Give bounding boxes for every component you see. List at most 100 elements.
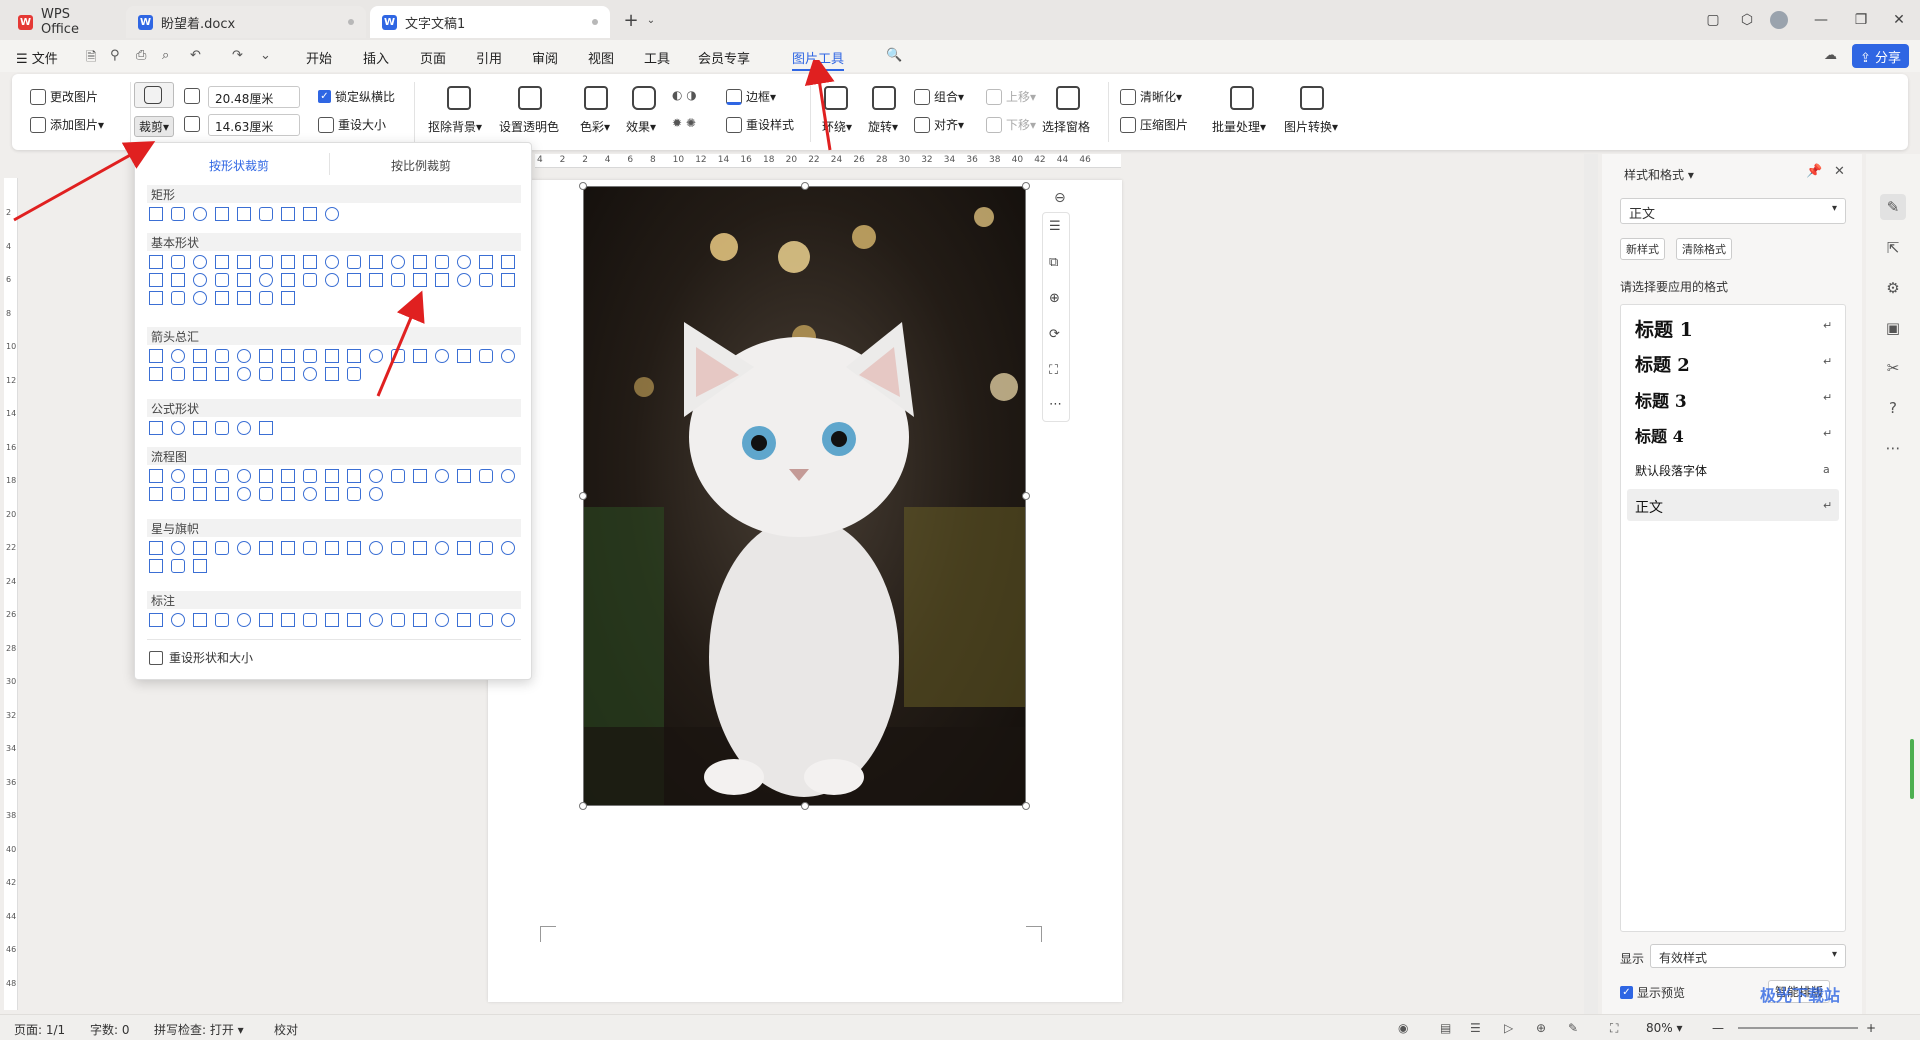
new-tab-plus-icon[interactable]: + <box>620 10 642 31</box>
resize-handle[interactable] <box>579 492 587 500</box>
tab-wps-office[interactable]: W WPS Office <box>6 6 122 38</box>
new-style-button[interactable]: 新样式 <box>1620 238 1665 260</box>
page-count[interactable]: 页面: 1/1 <box>14 1021 65 1038</box>
crop-shape-option[interactable] <box>369 487 383 501</box>
crop-shape-option[interactable] <box>215 613 229 627</box>
crop-shape-option[interactable] <box>501 541 515 555</box>
resize-handle[interactable] <box>1022 802 1030 810</box>
web-view-icon[interactable]: ⊕ <box>1536 1021 1546 1035</box>
crop-shape-option[interactable] <box>281 487 295 501</box>
crop-shape-option[interactable] <box>149 541 163 555</box>
cloud-icon[interactable]: ☁ <box>1824 48 1837 63</box>
close-icon[interactable]: ✕ <box>1834 164 1845 179</box>
crop-shape-option[interactable] <box>193 559 207 573</box>
help-icon[interactable]: ? <box>1883 398 1903 418</box>
crop-shape-option[interactable] <box>215 541 229 555</box>
crop-shape-option[interactable] <box>259 613 273 627</box>
crop-shape-option[interactable] <box>325 613 339 627</box>
crop-shape-option[interactable] <box>193 541 207 555</box>
crop-shape-option[interactable] <box>413 541 427 555</box>
word-count[interactable]: 字数: 0 <box>90 1021 130 1038</box>
show-preview-checkbox[interactable]: ✓ 显示预览 <box>1620 984 1685 1001</box>
crop-shape-option[interactable] <box>281 541 295 555</box>
more-icon[interactable]: ⋯ <box>1049 397 1062 412</box>
batch-button[interactable]: 批量处理 ▾ <box>1212 118 1266 135</box>
crop-shape-option[interactable] <box>171 487 185 501</box>
image-edit-icon[interactable]: ▣ <box>1883 318 1903 338</box>
convert-button[interactable]: 图片转换 ▾ <box>1284 118 1338 135</box>
crop-shape-option[interactable] <box>171 613 185 627</box>
zoom-level[interactable]: 80% ▾ <box>1646 1021 1683 1035</box>
sharpen-button[interactable]: 清晰化 ▾ <box>1120 88 1182 105</box>
reset-shape-size-button[interactable]: 重设形状和大小 <box>149 649 253 666</box>
extract-text-icon[interactable]: ⛶ <box>1049 363 1058 378</box>
crop-shape-option[interactable] <box>325 541 339 555</box>
crop-shape-option[interactable] <box>259 487 273 501</box>
tab-close-icon[interactable] <box>348 19 354 25</box>
crop-shape-option[interactable] <box>325 487 339 501</box>
crop-shape-option[interactable] <box>457 541 471 555</box>
crop-shape-option[interactable] <box>215 487 229 501</box>
crop-shape-option[interactable] <box>237 541 251 555</box>
crop-shape-option[interactable] <box>479 541 493 555</box>
style-item-heading-2[interactable]: 标题 2 <box>1635 351 1833 377</box>
tools-icon[interactable]: ✂ <box>1883 358 1903 378</box>
style-item-heading-3[interactable]: 标题 3 <box>1635 387 1833 412</box>
selection-pane-icon[interactable] <box>1056 86 1080 110</box>
page-view-icon[interactable]: ▤ <box>1440 1021 1451 1035</box>
minimize-icon[interactable]: — <box>1810 10 1832 30</box>
share-button[interactable]: ⇪ 分享 <box>1852 44 1910 68</box>
style-item-body[interactable]: 正文 <box>1635 497 1833 517</box>
crop-shape-option[interactable] <box>303 613 317 627</box>
crop-shape-option[interactable] <box>369 613 383 627</box>
zoom-out-icon[interactable]: — <box>1712 1021 1724 1035</box>
crop-shape-option[interactable] <box>237 487 251 501</box>
crop-shape-option[interactable] <box>479 613 493 627</box>
outline-view-icon[interactable]: ☰ <box>1470 1021 1481 1035</box>
crop-shape-option[interactable] <box>193 613 207 627</box>
crop-shape-option[interactable] <box>237 613 251 627</box>
crop-shape-option[interactable] <box>391 541 405 555</box>
selection-pane-button[interactable]: 选择窗格 <box>1042 118 1090 135</box>
crop-shape-option[interactable] <box>391 613 405 627</box>
crop-shape-option[interactable] <box>435 613 449 627</box>
select-cursor-icon[interactable]: ⇱ <box>1883 238 1903 258</box>
fit-page-icon[interactable]: ⛶ <box>1610 1021 1618 1036</box>
more-icon[interactable]: ⋯ <box>1883 438 1903 458</box>
cube-icon[interactable]: ⬡ <box>1736 10 1758 30</box>
crop-shape-option[interactable] <box>149 487 163 501</box>
spell-check[interactable]: 拼写检查: 打开 ▾ <box>154 1021 244 1038</box>
zoom-in-icon[interactable]: + <box>1866 1021 1876 1035</box>
crop-shape-option[interactable] <box>149 559 163 573</box>
crop-shape-option[interactable] <box>171 559 185 573</box>
zoom-slider[interactable] <box>1738 1027 1858 1029</box>
crop-shape-option[interactable] <box>259 541 273 555</box>
crop-shape-option[interactable] <box>435 541 449 555</box>
crop-shape-option[interactable] <box>369 541 383 555</box>
avatar[interactable] <box>1768 10 1790 30</box>
crop-shape-option[interactable] <box>413 613 427 627</box>
vertical-scrollbar[interactable] <box>1584 154 1598 1014</box>
crop-shape-option[interactable] <box>303 487 317 501</box>
layout-options-icon[interactable]: ☰ <box>1049 219 1061 234</box>
crop-shape-option[interactable] <box>281 613 295 627</box>
tab-close-icon[interactable] <box>592 19 598 25</box>
clear-format-button[interactable]: 清除格式 <box>1676 238 1732 260</box>
style-item-default-font[interactable]: 默认段落字体 <box>1635 462 1833 479</box>
resize-handle[interactable] <box>801 802 809 810</box>
crop-shape-option[interactable] <box>303 541 317 555</box>
eye-icon[interactable]: ◉ <box>1398 1021 1408 1035</box>
pen-icon[interactable]: ✎ <box>1568 1021 1578 1035</box>
tab-document-1[interactable]: W 盼望着.docx <box>126 6 366 38</box>
crop-shape-option[interactable] <box>149 613 163 627</box>
tab-list-chevron-icon[interactable]: ⌄ <box>640 10 662 30</box>
rotate-icon[interactable]: ⟳ <box>1049 327 1060 342</box>
crop-shape-option[interactable] <box>347 541 361 555</box>
batch-icon[interactable] <box>1230 86 1254 110</box>
resize-handle[interactable] <box>1022 492 1030 500</box>
close-window-icon[interactable]: ✕ <box>1888 10 1910 30</box>
current-style-select[interactable]: 正文 ▾ <box>1620 198 1846 224</box>
style-item-heading-4[interactable]: 标题 4 <box>1635 423 1833 447</box>
crop-shape-option[interactable] <box>347 613 361 627</box>
crop-shape-option[interactable] <box>193 487 207 501</box>
